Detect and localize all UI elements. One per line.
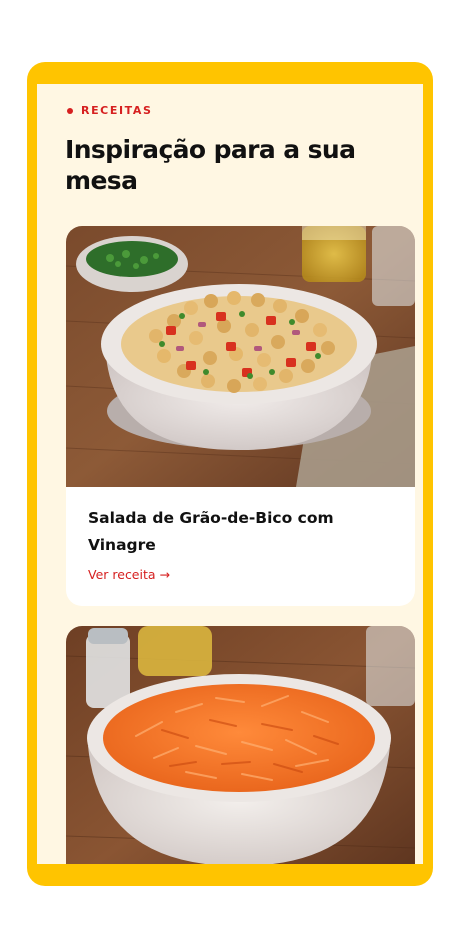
section-title: Inspiração para a sua mesa [65,135,356,195]
recipes-panel: RECEITAS Inspiração para a sua mesa Sala… [37,84,423,864]
see-recipe-link[interactable]: Ver receita → [88,567,170,582]
recipe-card-chickpea[interactable]: Salada de Grão-de-Bico com Vinagre Ver r… [66,226,415,606]
bullet-dot-icon [67,107,73,114]
recipes-frame: RECEITAS Inspiração para a sua mesa Sala… [27,62,433,886]
recipe-title: Salada de Grão-de-Bico com Vinagre [88,509,334,554]
recipe-card-body: Salada de Grão-de-Bico com Vinagre Ver r… [88,505,393,583]
carrot-salad-image[interactable] [66,626,415,864]
chickpea-salad-image[interactable] [66,226,415,487]
section-eyebrow: RECEITAS [67,104,153,117]
eyebrow-label: RECEITAS [81,104,153,117]
recipe-card-carrot[interactable] [66,626,415,864]
